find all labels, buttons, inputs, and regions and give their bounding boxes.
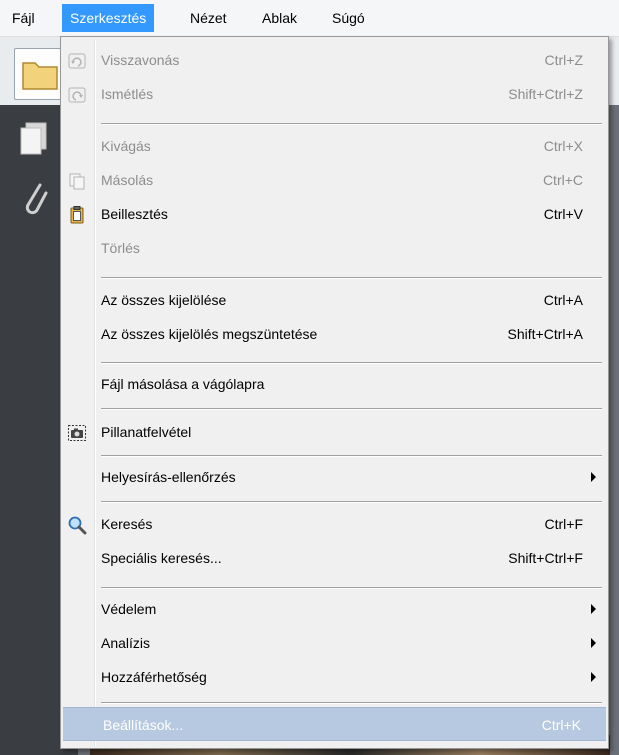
- menu-item-label: Ismétlés: [101, 86, 154, 102]
- menu-item-shortcut: Ctrl+V: [543, 206, 583, 222]
- menu-item-analysis[interactable]: Analízis: [61, 626, 608, 660]
- copy-icon: [69, 173, 85, 190]
- menu-item-label: Hozzáférhetőség: [101, 669, 207, 685]
- magnifier-icon: [68, 516, 87, 535]
- edit-menu-dropdown: Visszavonás Ctrl+Z Ismétlés Shift+Ctrl+Z…: [60, 36, 609, 749]
- menu-item-label: Törlés: [101, 240, 140, 256]
- menu-item-redo[interactable]: Ismétlés Shift+Ctrl+Z: [61, 77, 608, 111]
- menu-item-label: Speciális keresés...: [101, 550, 222, 566]
- menu-separator: [101, 587, 602, 589]
- folder-icon: [22, 62, 58, 90]
- menu-item-label: Helyesírás-ellenőrzés: [101, 469, 236, 485]
- menu-item-shortcut: Shift+Ctrl+A: [507, 326, 583, 342]
- menu-item-copy-file-to-clipboard[interactable]: Fájl másolása a vágólapra: [61, 367, 608, 401]
- menu-item-advanced-search[interactable]: Speciális keresés... Shift+Ctrl+F: [61, 541, 608, 575]
- menu-separator: [101, 455, 602, 457]
- menu-item-preferences[interactable]: Beállítások... Ctrl+K: [63, 707, 606, 741]
- menu-item-shortcut: Ctrl+K: [541, 717, 581, 733]
- menu-item-shortcut: Ctrl+X: [543, 138, 583, 154]
- submenu-arrow-icon: [591, 638, 596, 648]
- submenu-arrow-icon: [591, 604, 596, 614]
- menu-item-label: Pillanatfelvétel: [101, 424, 192, 440]
- menu-item-paste[interactable]: Beillesztés Ctrl+V: [61, 197, 608, 231]
- menu-item-label: Beillesztés: [101, 206, 168, 222]
- camera-icon: [68, 425, 86, 441]
- menu-item-accessibility[interactable]: Hozzáférhetőség: [61, 660, 608, 694]
- menu-item-shortcut: Ctrl+A: [543, 292, 583, 308]
- menu-item-label: Beállítások...: [103, 717, 184, 733]
- paste-icon: [70, 206, 84, 224]
- menu-window[interactable]: Ablak: [254, 4, 305, 32]
- open-button[interactable]: [14, 48, 66, 100]
- menu-item-label: Fájl másolása a vágólapra: [101, 376, 265, 392]
- menu-separator: [101, 408, 602, 410]
- redo-icon: [68, 87, 86, 103]
- menu-item-snapshot[interactable]: Pillanatfelvétel: [61, 415, 608, 449]
- undo-icon: [68, 53, 86, 69]
- menu-item-shortcut: Ctrl+C: [542, 172, 583, 188]
- menu-separator: [101, 123, 602, 125]
- menu-separator: [101, 362, 602, 364]
- submenu-arrow-icon: [591, 672, 596, 682]
- menu-item-label: Védelem: [101, 601, 157, 617]
- pages-icon[interactable]: [18, 121, 52, 157]
- menu-item-cut[interactable]: Kivágás Ctrl+X: [61, 129, 608, 163]
- menu-item-copy[interactable]: Másolás Ctrl+C: [61, 163, 608, 197]
- menu-item-shortcut: Ctrl+F: [544, 516, 584, 532]
- menu-item-undo[interactable]: Visszavonás Ctrl+Z: [61, 43, 608, 77]
- menu-item-deselect-all[interactable]: Az összes kijelölés megszüntetése Shift+…: [61, 317, 608, 351]
- menu-item-label: Másolás: [101, 172, 154, 188]
- menu-item-shortcut: Shift+Ctrl+Z: [508, 86, 583, 102]
- menu-item-label: Kivágás: [101, 138, 151, 154]
- menu-separator: [101, 501, 602, 503]
- menu-item-label: Az összes kijelölés megszüntetése: [101, 326, 318, 342]
- menu-separator: [101, 277, 602, 279]
- menu-item-spell-check[interactable]: Helyesírás-ellenőrzés: [61, 460, 608, 494]
- menu-edit[interactable]: Szerkesztés: [62, 4, 155, 32]
- menu-item-label: Analízis: [101, 635, 151, 651]
- menu-file[interactable]: Fájl: [4, 4, 43, 32]
- submenu-arrow-icon: [591, 472, 596, 482]
- menu-item-label: Visszavonás: [101, 52, 180, 68]
- menu-view[interactable]: Nézet: [182, 4, 235, 32]
- menu-item-protection[interactable]: Védelem: [61, 592, 608, 626]
- menu-help[interactable]: Súgó: [324, 4, 373, 32]
- attachment-icon[interactable]: [20, 179, 50, 219]
- menu-item-label: Az összes kijelölése: [101, 292, 227, 308]
- menu-separator: [101, 702, 602, 704]
- menu-bar: Fájl Szerkesztés Nézet Ablak Súgó: [0, 0, 619, 37]
- menu-item-search[interactable]: Keresés Ctrl+F: [61, 507, 608, 541]
- menu-item-shortcut: Ctrl+Z: [544, 52, 584, 68]
- menu-item-select-all[interactable]: Az összes kijelölése Ctrl+A: [61, 283, 608, 317]
- menu-item-label: Keresés: [101, 516, 153, 532]
- menu-item-delete[interactable]: Törlés: [61, 231, 608, 265]
- menu-item-shortcut: Shift+Ctrl+F: [508, 550, 583, 566]
